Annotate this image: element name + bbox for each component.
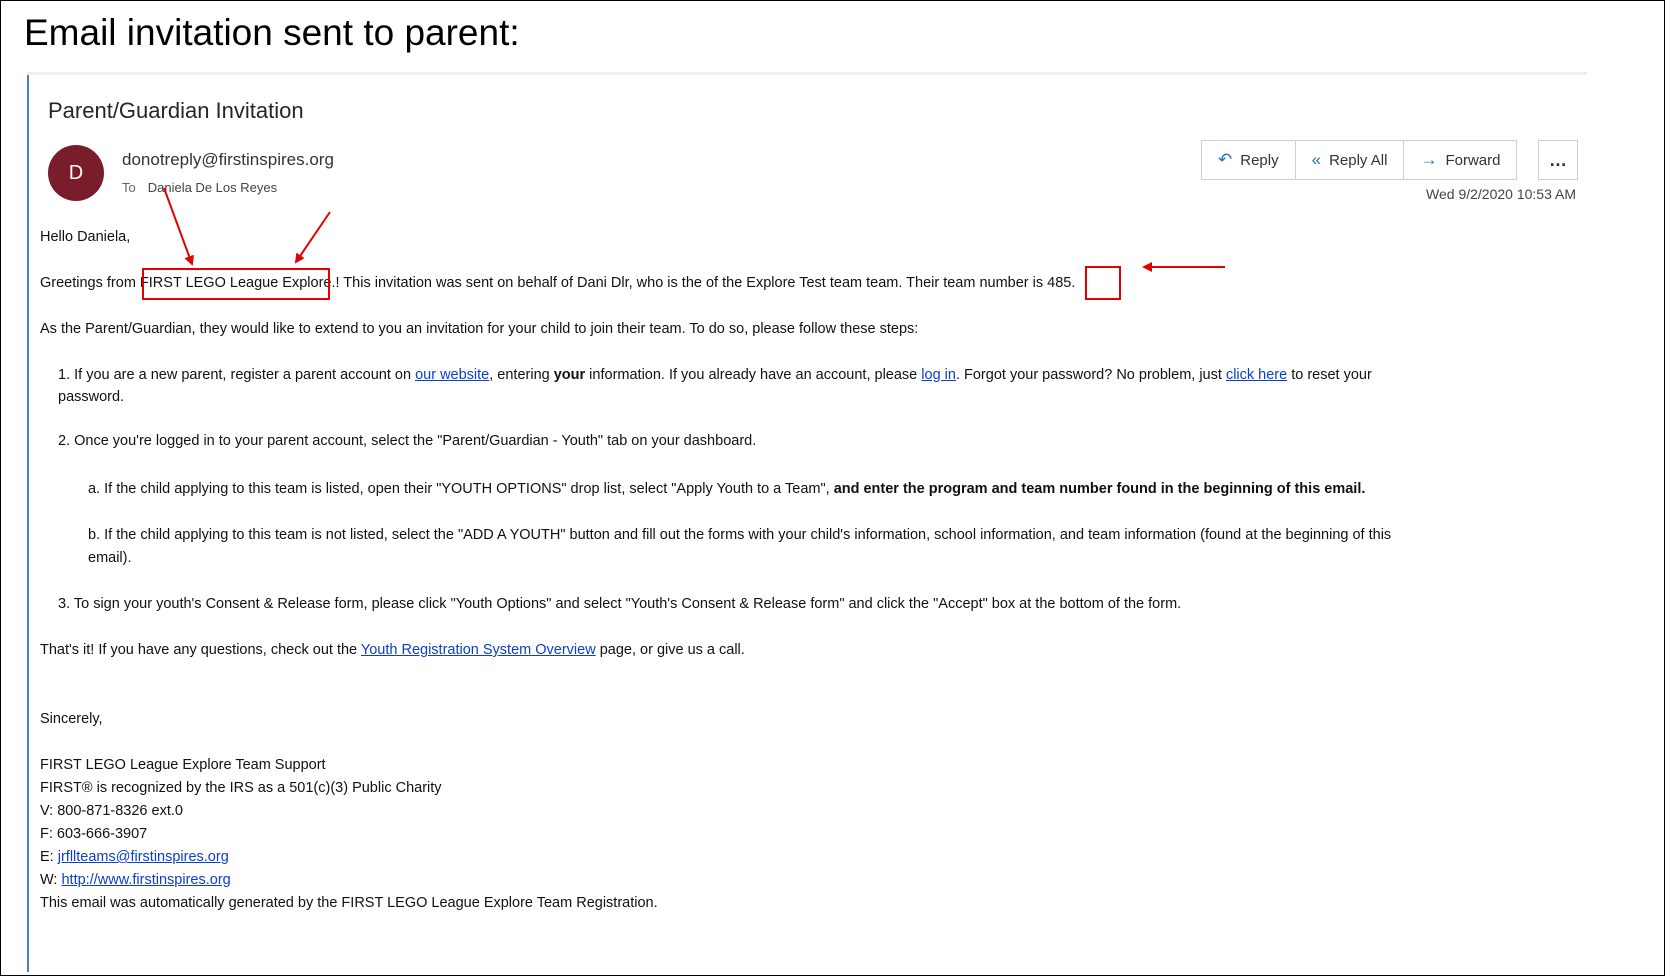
step-1: 1. If you are a new parent, register a p… <box>58 364 1372 387</box>
step-3: 3. To sign your youth's Consent & Releas… <box>58 596 1182 612</box>
intro-middle: .! This invitation was sent on behalf of… <box>331 275 1048 291</box>
greeting: Hello Daniela, <box>40 229 131 245</box>
intro-before: Greetings from <box>40 275 140 291</box>
message-actions: ↶ Reply « Reply All → Forward <box>1201 140 1518 180</box>
forward-icon: → <box>1420 150 1438 169</box>
step1-text-a: 1. If you are a new parent, register a p… <box>58 367 416 383</box>
step-1-continued: password. <box>58 389 125 405</box>
team-number: 485. <box>1047 275 1076 291</box>
signature-voice: V: 800-871-8326 ext.0 <box>40 803 183 819</box>
step1-text-d: . Forgot your password? No problem, just <box>955 367 1226 383</box>
closing-paragraph: That's it! If you have any questions, ch… <box>40 639 745 662</box>
email-timestamp: Wed 9/2/2020 10:53 AM <box>1426 186 1576 202</box>
sig-web-label: W: <box>40 872 62 888</box>
step-2a: a. If the child applying to this team is… <box>88 478 1365 501</box>
signature-email: E: jrfllteams@firstinspires.org <box>40 846 229 869</box>
step1-bold: your <box>553 367 586 383</box>
sincerely: Sincerely, <box>40 711 103 727</box>
step2a-bold: and enter the program and team number fo… <box>833 481 1366 497</box>
step1-text-c: information. If you already have an acco… <box>585 367 922 383</box>
support-email-link[interactable]: jrfllteams@firstinspires.org <box>58 849 229 865</box>
avatar-letter: D <box>68 161 84 184</box>
reply-button[interactable]: ↶ Reply <box>1202 141 1296 179</box>
slide-title: Email invitation sent to parent: <box>24 12 520 53</box>
email-reading-pane <box>27 72 1589 972</box>
forward-label: Forward <box>1445 151 1501 169</box>
step-2b-continued: email). <box>88 550 132 566</box>
forward-button[interactable]: → Forward <box>1404 141 1516 179</box>
signature-irs: FIRST® is recognized by the IRS as a 501… <box>40 780 442 796</box>
closing-text-b: page, or give us a call. <box>595 642 745 658</box>
website-link[interactable]: http://www.firstinspires.org <box>61 872 230 888</box>
recipient-line: To Daniela De Los Reyes <box>122 180 277 195</box>
signature-web: W: http://www.firstinspires.org <box>40 869 231 892</box>
para-instructions: As the Parent/Guardian, they would like … <box>40 321 919 337</box>
step-2: 2. Once you're logged in to your parent … <box>58 433 757 449</box>
team-number-highlight-box <box>1085 266 1121 300</box>
recipient-name[interactable]: Daniela De Los Reyes <box>148 180 277 195</box>
sender-address[interactable]: donotreply@firstinspires.org <box>122 150 334 170</box>
reply-icon: ↶ <box>1218 150 1233 169</box>
sig-email-label: E: <box>40 849 58 865</box>
email-subject: Parent/Guardian Invitation <box>48 98 304 123</box>
more-icon: … <box>1549 149 1567 170</box>
reply-all-icon: « <box>1311 150 1322 169</box>
log-in-link[interactable]: log in <box>921 367 956 383</box>
signature-team: FIRST LEGO League Explore Team Support <box>40 757 326 773</box>
reply-all-button[interactable]: « Reply All <box>1296 141 1405 179</box>
click-here-link[interactable]: click here <box>1226 367 1287 383</box>
pane-top-divider <box>27 72 1587 75</box>
step2a-text: a. If the child applying to this team is… <box>88 481 834 497</box>
youth-registration-overview-link[interactable]: Youth Registration System Overview <box>361 642 596 658</box>
step1-text-e: to reset your <box>1287 367 1372 383</box>
program-highlight-box <box>142 268 330 300</box>
step1-text-b: , entering <box>489 367 554 383</box>
step-2b: b. If the child applying to this team is… <box>88 527 1392 543</box>
more-actions-button[interactable]: … <box>1538 140 1578 180</box>
reply-label: Reply <box>1240 151 1279 169</box>
reply-all-label: Reply All <box>1329 151 1388 169</box>
sender-avatar: D <box>48 145 104 201</box>
to-label: To <box>122 180 136 195</box>
signature-fax: F: 603-666-3907 <box>40 826 148 842</box>
closing-text-a: That's it! If you have any questions, ch… <box>40 642 361 658</box>
our-website-link[interactable]: our website <box>415 367 489 383</box>
signature-auto-generated: This email was automatically generated b… <box>40 895 658 911</box>
